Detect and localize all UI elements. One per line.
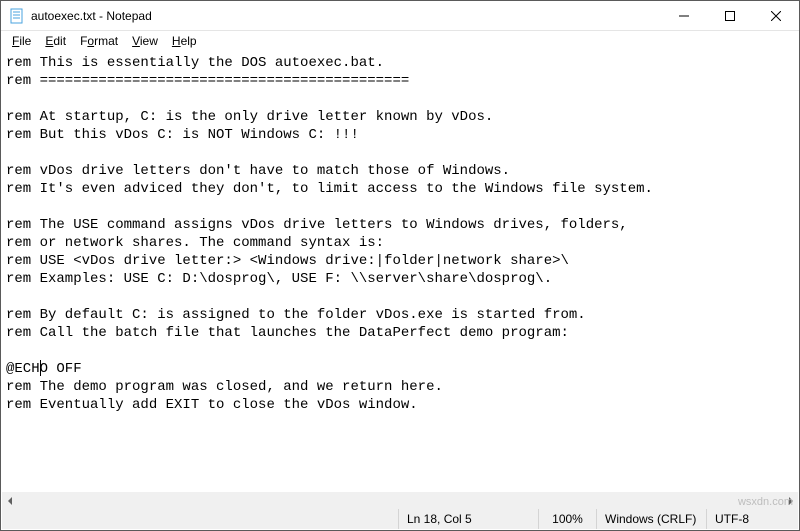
watermark-text: wsxdn.com — [738, 496, 793, 508]
text-caret — [40, 360, 41, 376]
status-encoding: UTF-8 — [706, 509, 798, 529]
scroll-left-icon[interactable] — [2, 492, 19, 509]
close-button[interactable] — [753, 1, 799, 30]
status-zoom-level: 100% — [538, 509, 596, 529]
text-editor-area[interactable]: rem This is essentially the DOS autoexec… — [2, 52, 798, 492]
status-line-ending: Windows (CRLF) — [596, 509, 706, 529]
menu-bar: File Edit Format View Help — [1, 31, 799, 51]
horizontal-scrollbar[interactable] — [2, 492, 798, 509]
document-text: rem This is essentially the DOS autoexec… — [2, 52, 798, 416]
status-spacer — [2, 509, 398, 529]
title-bar: autoexec.txt - Notepad — [1, 1, 799, 31]
menu-format[interactable]: Format — [73, 33, 125, 49]
status-bar: Ln 18, Col 5 100% Windows (CRLF) UTF-8 — [2, 509, 798, 529]
minimize-button[interactable] — [661, 1, 707, 30]
window-title: autoexec.txt - Notepad — [31, 9, 661, 23]
menu-file[interactable]: File — [5, 33, 38, 49]
menu-view[interactable]: View — [125, 33, 165, 49]
notepad-app-icon — [9, 8, 25, 24]
status-cursor-position: Ln 18, Col 5 — [398, 509, 538, 529]
maximize-button[interactable] — [707, 1, 753, 30]
menu-edit[interactable]: Edit — [38, 33, 73, 49]
scrollbar-track[interactable] — [19, 492, 781, 509]
menu-help[interactable]: Help — [165, 33, 204, 49]
window-controls — [661, 1, 799, 30]
